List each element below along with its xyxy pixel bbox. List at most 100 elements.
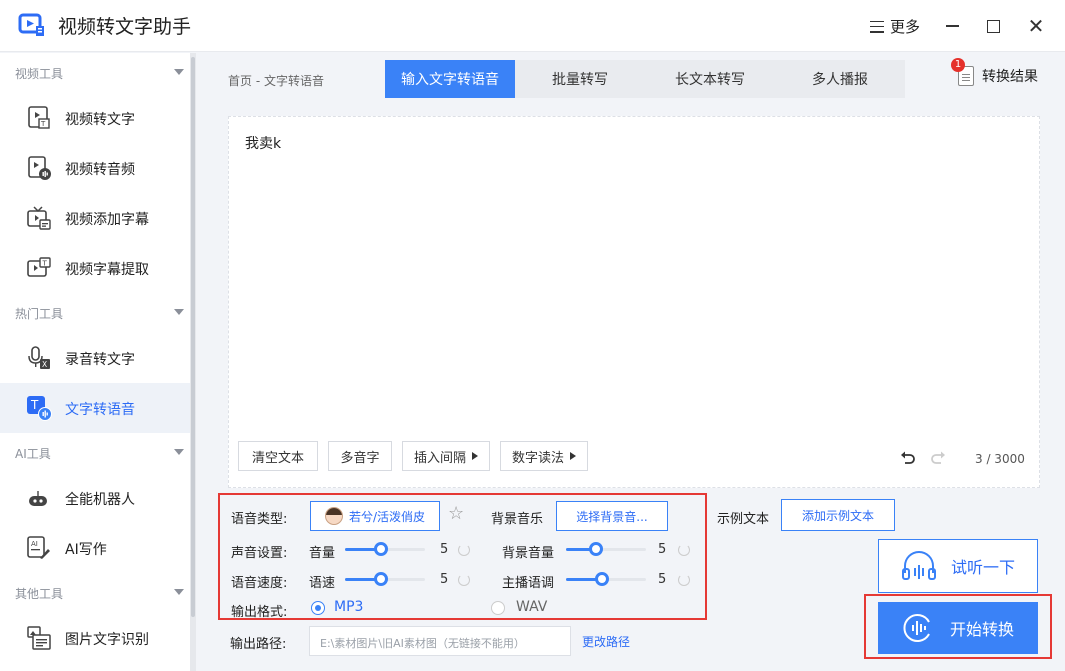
star-icon[interactable]: ☆ — [448, 505, 464, 523]
sidebar-scrollbar[interactable] — [190, 53, 196, 671]
button-label: 数字读法 — [511, 450, 564, 466]
preview-listen-button[interactable]: 试听一下 — [878, 539, 1038, 593]
sidebar-item-label: 录音转文字 — [65, 352, 135, 368]
change-path-link[interactable]: 更改路径 — [582, 633, 630, 650]
sidebar-item-video-to-audio[interactable]: 视频转音频 — [0, 143, 190, 193]
insert-pause-button[interactable]: 插入间隔 — [402, 441, 490, 471]
robot-icon — [29, 491, 47, 506]
maximize-button[interactable] — [981, 14, 1005, 38]
wav-label[interactable]: WAV — [516, 599, 547, 615]
volume-label: 音量 — [309, 546, 336, 561]
sidebar-item-label: AI写作 — [65, 542, 107, 558]
output-path-field[interactable]: E:\素材图片\旧AI素材图（无链接不能用） — [309, 626, 571, 656]
voice-settings-panel: 语音类型: 若兮/活泼俏皮 ☆ 背景音乐 选择背景音... 声音设置: 音量 5… — [218, 493, 707, 620]
chevron-down-icon — [174, 589, 184, 595]
more-label: 更多 — [890, 18, 921, 36]
sidebar-category-hot[interactable]: 热门工具 — [0, 293, 190, 333]
category-label: 热门工具 — [15, 307, 64, 321]
editor-text[interactable]: 我卖k — [245, 133, 281, 153]
undo-icon[interactable] — [899, 449, 917, 467]
app-logo-icon — [18, 13, 44, 36]
speed-slider[interactable] — [345, 572, 425, 586]
caret-right-icon — [472, 452, 478, 460]
add-example-text-button[interactable]: 添加示例文本 — [781, 499, 895, 531]
chevron-down-icon — [174, 69, 184, 75]
document-icon: 1 — [951, 58, 974, 86]
select-bgm-button[interactable]: 选择背景音... — [556, 501, 668, 531]
reset-icon[interactable] — [678, 574, 690, 586]
tab-bar: 输入文字转语音 批量转写 长文本转写 多人播报 — [385, 60, 905, 98]
sidebar-category-video[interactable]: 视频工具 — [0, 53, 190, 93]
tab-input-text-to-speech[interactable]: 输入文字转语音 — [385, 60, 515, 98]
start-convert-button[interactable]: 开始转换 — [878, 602, 1038, 654]
speed-value: 5 — [440, 572, 449, 587]
scrollbar-thumb[interactable] — [191, 57, 195, 617]
volume-value: 5 — [440, 542, 449, 557]
sidebar-item-audio-to-text[interactable]: X 录音转文字 — [0, 333, 190, 383]
sidebar-item-ai-writing[interactable]: AI AI写作 — [0, 523, 190, 573]
mp3-radio[interactable] — [311, 601, 325, 615]
sidebar-item-extract-subtitles[interactable]: T 视频字幕提取 — [0, 243, 190, 293]
tab-batch-transcribe[interactable]: 批量转写 — [515, 60, 645, 98]
close-icon: ✕ — [1027, 14, 1045, 38]
audio-wave-icon — [903, 614, 930, 642]
button-label: 清空文本 — [251, 450, 304, 466]
number-reading-button[interactable]: 数字读法 — [500, 441, 588, 471]
more-menu-button[interactable]: 更多 — [870, 16, 920, 37]
slider-handle[interactable] — [589, 542, 604, 556]
text-speech-icon: T — [27, 396, 52, 421]
tab-multi-speaker[interactable]: 多人播报 — [775, 60, 905, 98]
voice-name: 若兮/活泼俏皮 — [348, 509, 426, 524]
pitch-slider[interactable] — [566, 572, 646, 586]
reset-icon[interactable] — [458, 574, 470, 586]
voice-select-button[interactable]: 若兮/活泼俏皮 — [310, 501, 440, 531]
button-label: 插入间隔 — [413, 450, 466, 466]
speed-label: 语速 — [309, 576, 336, 591]
bg-volume-slider[interactable] — [566, 542, 646, 556]
sidebar-item-image-ocr[interactable]: 图片文字识别 — [0, 613, 190, 663]
chevron-down-icon — [174, 309, 184, 315]
sidebar-item-add-subtitles[interactable]: 视频添加字幕 — [0, 193, 190, 243]
video-audio-icon — [28, 156, 51, 180]
sidebar-item-video-to-text[interactable]: T 视频转文字 — [0, 93, 190, 143]
sidebar-category-ai[interactable]: AI工具 — [0, 433, 190, 473]
sidebar-item-label: 视频添加字幕 — [65, 212, 149, 228]
conversion-results-button[interactable]: 1 转换结果 — [951, 58, 1038, 86]
redo-icon[interactable] — [929, 449, 947, 467]
svg-text:T: T — [42, 260, 48, 268]
sidebar-item-text-to-speech[interactable]: T 文字转语音 — [0, 383, 190, 433]
example-text-label: 示例文本 — [717, 512, 770, 527]
sidebar-item-label: 视频字幕提取 — [65, 262, 149, 278]
speed-section-label: 语音速度: — [231, 576, 288, 591]
menu-icon — [870, 20, 884, 33]
polyphone-button[interactable]: 多音字 — [328, 441, 392, 471]
conversion-results-label: 转换结果 — [982, 69, 1038, 85]
slider-handle[interactable] — [374, 572, 388, 586]
tab-long-text[interactable]: 长文本转写 — [645, 60, 775, 98]
reset-icon[interactable] — [458, 544, 470, 556]
slider-handle[interactable] — [595, 572, 609, 586]
wav-radio[interactable] — [491, 601, 505, 615]
sidebar-item-label: 视频转文字 — [65, 112, 135, 128]
caret-right-icon — [570, 452, 576, 460]
sidebar-item-ai-robot[interactable]: 全能机器人 — [0, 473, 190, 523]
clear-text-button[interactable]: 清空文本 — [238, 441, 318, 471]
sound-settings-label: 声音设置: — [231, 546, 288, 561]
ai-writing-icon: AI — [27, 536, 50, 559]
reset-icon[interactable] — [678, 544, 690, 556]
bg-volume-value: 5 — [658, 542, 667, 557]
sidebar-item-label: 全能机器人 — [65, 492, 135, 508]
start-label: 开始转换 — [949, 620, 1014, 639]
minimize-button[interactable] — [940, 14, 964, 38]
svg-text:T: T — [40, 120, 46, 128]
slider-handle[interactable] — [374, 542, 388, 556]
category-label: 视频工具 — [15, 67, 64, 81]
close-button[interactable]: ✕ — [1024, 14, 1048, 38]
mp3-label[interactable]: MP3 — [334, 599, 363, 615]
headphones-icon — [901, 551, 936, 580]
category-label: 其他工具 — [15, 587, 64, 601]
volume-slider[interactable] — [345, 542, 425, 556]
sidebar-category-other[interactable]: 其他工具 — [0, 573, 190, 613]
bgm-label: 背景音乐 — [491, 512, 544, 527]
text-editor[interactable]: 我卖k 清空文本 多音字 插入间隔 数字读法 3 / 3000 — [228, 116, 1040, 488]
